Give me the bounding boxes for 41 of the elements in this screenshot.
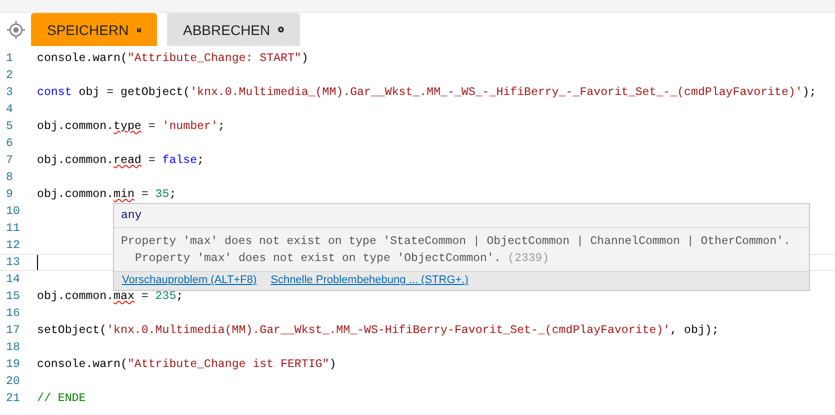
line-number: 9 [5,187,14,202]
line-number: 5 [5,119,14,134]
line-number: 19 [5,357,21,372]
line-number: 14 [5,272,21,287]
line-number: 7 [5,153,14,168]
code-line: console.warn("Attribute_Change: START") [37,51,308,66]
save-button[interactable]: SPEICHERN [31,13,157,46]
code-line: obj.common.min = 35; [37,187,176,202]
line-number: 11 [5,221,21,236]
line-number: 21 [5,391,21,406]
line-number: 8 [5,170,14,185]
code-line: obj.common.read = false; [37,153,204,168]
line-number: 13 [5,255,21,270]
code-line: // ENDE [37,391,86,406]
code-line: obj.common.type = 'number'; [37,119,225,134]
line-number: 1 [5,51,14,66]
action-link[interactable]: Schnelle Problembehebung ... (STRG+.) [270,274,468,286]
line-number: 3 [5,85,14,100]
error-message: Property 'max' does not exist on type 'StateCommon | ObjectCommon | ChannelCommon | OtherCommon'. [121,235,790,248]
error-code: (2339) [508,252,550,265]
line-number: 6 [5,136,14,151]
error-detail: Property 'max' does not exist on type 'ObjectCommon'. [135,252,501,265]
cancel-button[interactable]: ABBRECHEN [167,13,300,46]
code-line: setObject('knx.0.Multimedia(MM).Gar__Wkst_.MM_-WS-HifiBerry-Favorit_Set-_(cmdPlayFavorite)', obj); [37,323,719,338]
code-line: console.warn("Attribute_Change ist FERTIG") [37,357,336,372]
line-number: 15 [5,289,21,304]
line-number: 17 [5,323,21,338]
line-number: 18 [5,340,21,355]
line-number: 4 [5,102,14,117]
text-cursor [37,255,38,270]
target-icon[interactable] [7,20,25,38]
type-label: any [121,209,142,222]
action-link[interactable]: Vorschauproblem (ALT+F8) [122,274,257,286]
line-number: 20 [5,374,21,389]
line-number: 10 [5,204,21,219]
line-number: 12 [5,238,21,253]
code-line: obj.common.max = 235; [37,289,184,304]
line-number: 2 [5,68,14,83]
code-line: const obj = getObject('knx.0.Multimedia_(MM).Gar__Wkst_.MM_-_WS_-_HifiBerry_-_Favorit_Set_-_(cmdPlayFavorite)'); [37,85,816,100]
close-icon [278,24,284,35]
line-number: 16 [5,306,21,321]
